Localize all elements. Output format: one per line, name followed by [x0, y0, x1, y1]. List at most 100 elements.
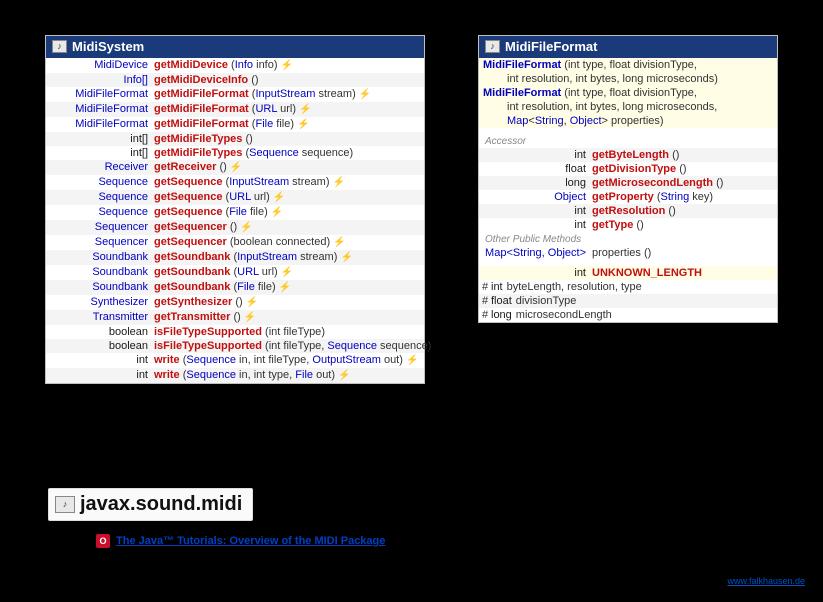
return-type: Info[]	[46, 73, 154, 87]
method-signature: isFileTypeSupported (int fileType)	[154, 325, 420, 339]
package-icon	[55, 496, 75, 513]
method-row: Map<String, Object>properties ()	[479, 246, 777, 260]
package-label: javax.sound.midi	[48, 488, 253, 521]
return-type: int[]	[46, 132, 154, 146]
return-type: Soundbank	[46, 265, 154, 279]
return-type: Sequencer	[46, 235, 154, 249]
method-signature: getSequencer () ⚡	[154, 220, 420, 235]
method-row: SequencergetSequencer () ⚡	[46, 220, 424, 235]
method-signature: getSoundbank (URL url) ⚡	[154, 265, 420, 280]
method-signature: properties ()	[592, 246, 773, 260]
method-signature: getMidiFileFormat (InputStream stream) ⚡	[154, 87, 420, 102]
method-signature: getTransmitter () ⚡	[154, 310, 420, 325]
method-row: floatgetDivisionType ()	[479, 162, 777, 176]
method-signature: write (Sequence in, int fileType, Output…	[154, 353, 420, 368]
return-type: Soundbank	[46, 250, 154, 264]
constructor-row: int resolution, int bytes, long microsec…	[479, 100, 777, 114]
section-accessor: Accessor	[479, 134, 777, 148]
method-signature: getSequence (InputStream stream) ⚡	[154, 175, 420, 190]
method-row: ReceivergetReceiver () ⚡	[46, 160, 424, 175]
method-row: SynthesizergetSynthesizer () ⚡	[46, 295, 424, 310]
method-row: longgetMicrosecondLength ()	[479, 176, 777, 190]
method-row: SequencegetSequence (URL url) ⚡	[46, 190, 424, 205]
method-signature: getMicrosecondLength ()	[592, 176, 773, 190]
return-type: float	[479, 162, 592, 176]
method-row: int[]getMidiFileTypes ()	[46, 132, 424, 146]
return-type: long	[479, 176, 592, 190]
tutorial-link[interactable]: The Java™ Tutorials: Overview of the MID…	[116, 535, 385, 547]
method-signature: getMidiFileFormat (URL url) ⚡	[154, 102, 420, 117]
return-type: Receiver	[46, 160, 154, 174]
class-midifileformat: MidiFileFormat MidiFileFormat (int type,…	[478, 35, 778, 323]
method-row: SequencegetSequence (File file) ⚡	[46, 205, 424, 220]
method-signature: getDivisionType ()	[592, 162, 773, 176]
class-icon	[52, 40, 67, 53]
field-row: #intbyteLength, resolution, type	[479, 280, 777, 294]
method-row: SoundbankgetSoundbank (File file) ⚡	[46, 280, 424, 295]
class-title: MidiFileFormat	[505, 39, 597, 54]
tutorial-link-row: O The Java™ Tutorials: Overview of the M…	[96, 534, 385, 548]
return-type: int[]	[46, 146, 154, 160]
package-name: javax.sound.midi	[80, 493, 242, 516]
return-type: Object	[479, 190, 592, 204]
method-signature: getResolution ()	[592, 204, 773, 218]
method-row: booleanisFileTypeSupported (int fileType…	[46, 325, 424, 339]
return-type: MidiFileFormat	[46, 102, 154, 116]
constructor-row: Map<String, Object> properties)	[479, 114, 777, 128]
field-row: #longmicrosecondLength	[479, 308, 777, 322]
method-row: MidiFileFormatgetMidiFileFormat (File fi…	[46, 117, 424, 132]
method-row: intgetByteLength ()	[479, 148, 777, 162]
class-midisystem: MidiSystem MidiDevicegetMidiDevice (Info…	[45, 35, 425, 384]
method-row: intwrite (Sequence in, int fileType, Out…	[46, 353, 424, 368]
constructor-row: MidiFileFormat (int type, float division…	[479, 86, 777, 100]
class-header: MidiFileFormat	[479, 36, 777, 58]
method-row: SoundbankgetSoundbank (URL url) ⚡	[46, 265, 424, 280]
field-row: #floatdivisionType	[479, 294, 777, 308]
constructor-row: MidiFileFormat (int type, float division…	[479, 58, 777, 72]
return-type: Transmitter	[46, 310, 154, 324]
return-type: Sequence	[46, 205, 154, 219]
method-signature: getByteLength ()	[592, 148, 773, 162]
method-signature: getMidiFileTypes ()	[154, 132, 420, 146]
return-type: int	[479, 148, 592, 162]
method-row: SequencegetSequence (InputStream stream)…	[46, 175, 424, 190]
method-row: TransmittergetTransmitter () ⚡	[46, 310, 424, 325]
return-type: boolean	[46, 325, 154, 339]
return-type: Soundbank	[46, 280, 154, 294]
return-type: Synthesizer	[46, 295, 154, 309]
method-row: booleanisFileTypeSupported (int fileType…	[46, 339, 424, 353]
class-icon	[485, 40, 500, 53]
return-type: int	[479, 204, 592, 218]
method-row: SoundbankgetSoundbank (InputStream strea…	[46, 250, 424, 265]
method-signature: getSequencer (boolean connected) ⚡	[154, 235, 420, 250]
method-signature: getSequence (URL url) ⚡	[154, 190, 420, 205]
return-type: MidiDevice	[46, 58, 154, 72]
return-type: int	[479, 218, 592, 232]
method-signature: getSequence (File file) ⚡	[154, 205, 420, 220]
method-signature: getSoundbank (InputStream stream) ⚡	[154, 250, 420, 265]
footer-link[interactable]: www.falkhausen.de	[727, 576, 805, 586]
method-row: intgetType ()	[479, 218, 777, 232]
return-type: Sequencer	[46, 220, 154, 234]
method-signature: getProperty (String key)	[592, 190, 773, 204]
class-title: MidiSystem	[72, 39, 144, 54]
return-type: int	[46, 368, 154, 382]
method-signature: getMidiDevice (Info info) ⚡	[154, 58, 420, 73]
return-type: MidiFileFormat	[46, 117, 154, 131]
return-type: Sequence	[46, 175, 154, 189]
return-type: boolean	[46, 339, 154, 353]
method-signature: write (Sequence in, int type, File out) …	[154, 368, 420, 383]
method-row: MidiFileFormatgetMidiFileFormat (URL url…	[46, 102, 424, 117]
method-list: MidiDevicegetMidiDevice (Info info) ⚡Inf…	[46, 58, 424, 383]
section-other: Other Public Methods	[479, 232, 777, 246]
method-row: SequencergetSequencer (boolean connected…	[46, 235, 424, 250]
method-signature: getMidiFileFormat (File file) ⚡	[154, 117, 420, 132]
method-signature: isFileTypeSupported (int fileType, Seque…	[154, 339, 431, 353]
method-signature: getSoundbank (File file) ⚡	[154, 280, 420, 295]
constructor-row: int resolution, int bytes, long microsec…	[479, 72, 777, 86]
method-signature: getReceiver () ⚡	[154, 160, 420, 175]
method-row: MidiDevicegetMidiDevice (Info info) ⚡	[46, 58, 424, 73]
return-type: MidiFileFormat	[46, 87, 154, 101]
class-body: MidiFileFormat (int type, float division…	[479, 58, 777, 322]
method-signature: getMidiFileTypes (Sequence sequence)	[154, 146, 420, 160]
